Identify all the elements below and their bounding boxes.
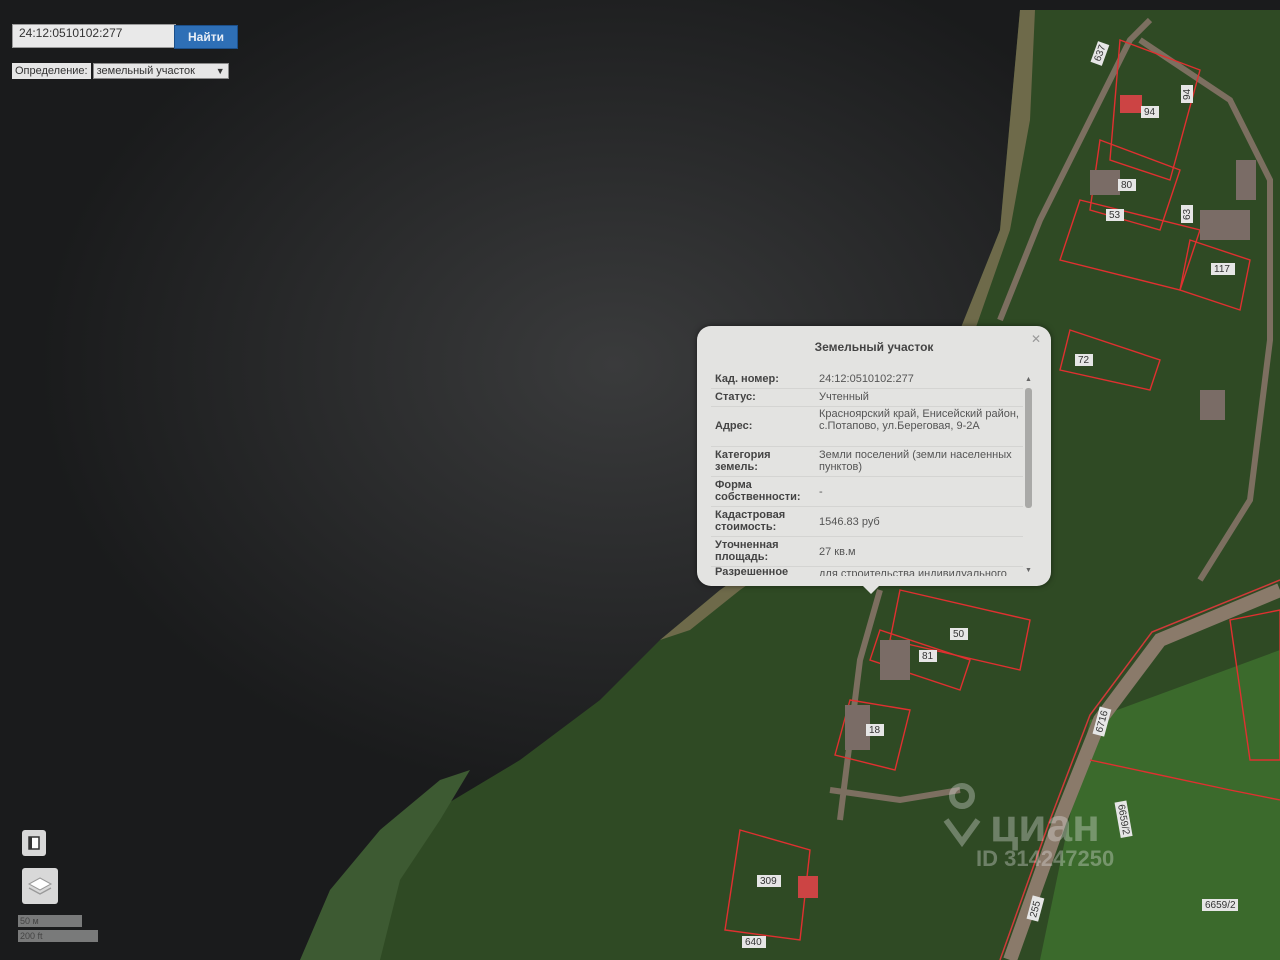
parcel-label: 309 — [757, 875, 781, 887]
definition-select-value: земельный участок — [96, 65, 195, 77]
table-row: Кад. номер: 24:12:0510102:277 — [711, 370, 1023, 389]
watermark-brand: циан — [990, 799, 1100, 851]
basemap-toggle-button[interactable] — [22, 830, 46, 856]
map-page-icon — [28, 836, 40, 850]
parcel-label: 18 — [866, 724, 884, 736]
svg-text:640: 640 — [745, 937, 762, 948]
attr-value: 27 кв.м — [819, 546, 856, 558]
svg-text:309: 309 — [760, 876, 777, 887]
svg-text:80: 80 — [1121, 180, 1133, 191]
find-button[interactable]: Найти — [174, 25, 238, 49]
svg-text:18: 18 — [869, 725, 881, 736]
svg-text:117: 117 — [1214, 264, 1230, 275]
attr-value: - — [819, 486, 823, 498]
parcel-label: 63 — [1181, 205, 1193, 223]
attr-value: Красноярский край, Енисейский район, с.П… — [819, 408, 1019, 432]
location-pin-icon — [943, 783, 981, 848]
attr-key: Категория земель: — [715, 449, 771, 473]
svg-text:6659/2: 6659/2 — [1205, 900, 1236, 911]
popup-pointer — [861, 584, 881, 594]
layers-icon — [27, 877, 53, 895]
scale-bar-metric: 50 м — [18, 915, 82, 927]
chevron-down-icon: ▼ — [215, 66, 225, 76]
svg-text:63: 63 — [1182, 208, 1193, 220]
parcel-label: 6659/2 — [1202, 899, 1238, 911]
layers-button[interactable] — [22, 868, 58, 904]
attr-key: Разрешенное — [715, 566, 789, 576]
table-row: Кадастровая стоимость: 1546.83 руб — [711, 506, 1023, 537]
parcel-info-popup: Земельный участок ✕ Кад. номер: 24:12:05… — [697, 326, 1051, 594]
parcel-label: 94 — [1141, 106, 1159, 118]
table-row: Статус: Учтенный — [711, 388, 1023, 407]
definition-label: Определение: — [12, 63, 91, 79]
svg-text:50: 50 — [953, 629, 965, 640]
table-row: Уточненная площадь: 27 кв.м — [711, 536, 1023, 567]
definition-select[interactable]: земельный участок ▼ — [92, 63, 229, 79]
scroll-thumb[interactable] — [1025, 388, 1032, 508]
svg-text:53: 53 — [1109, 210, 1121, 221]
close-icon[interactable]: ✕ — [1031, 332, 1041, 346]
attr-value: Земли поселений (земли населенных пункто… — [819, 449, 1012, 473]
attr-value: 24:12:0510102:277 — [819, 373, 914, 385]
attr-value: Учтенный — [819, 391, 869, 403]
table-row: Адрес: Красноярский край, Енисейский рай… — [711, 406, 1023, 447]
svg-text:94: 94 — [1144, 107, 1156, 118]
parcel-label: 117 — [1211, 263, 1235, 275]
attr-key: Форма собственности: — [715, 479, 801, 503]
scale-bar-imperial: 200 ft — [18, 930, 98, 942]
parcel-label: 640 — [742, 936, 766, 948]
definition-row: Определение: земельный участок ▼ — [12, 63, 229, 79]
popup-scrollbar[interactable]: ▲ ▼ — [1024, 376, 1033, 574]
parcel-attributes-table: Кад. номер: 24:12:0510102:277 Статус: Уч… — [711, 370, 1023, 576]
table-row: Категория земель: Земли поселений (земли… — [711, 446, 1023, 477]
svg-text:81: 81 — [922, 651, 934, 662]
parcel-label: 72 — [1075, 354, 1093, 366]
parcel-label: 80 — [1118, 179, 1136, 191]
attr-key: Уточненная площадь: — [715, 539, 779, 563]
scroll-down-icon[interactable]: ▼ — [1024, 567, 1033, 574]
popup-title: Земельный участок — [814, 340, 934, 354]
attr-value: 1546.83 руб — [819, 516, 880, 528]
parcel-label: 53 — [1106, 209, 1124, 221]
attr-key: Адрес: — [715, 420, 753, 432]
scroll-up-icon[interactable]: ▲ — [1024, 376, 1033, 383]
table-row: Форма собственности: - — [711, 476, 1023, 507]
watermark-id: ID 314247250 — [976, 846, 1115, 871]
attr-key: Статус: — [715, 391, 756, 403]
attr-key: Кад. номер: — [715, 373, 779, 385]
attr-key: Кадастровая стоимость: — [715, 509, 786, 533]
cadastral-search-input[interactable]: 24:12:0510102:277 — [12, 24, 176, 48]
parcel-label: 94 — [1181, 85, 1193, 103]
svg-text:72: 72 — [1078, 355, 1090, 366]
table-row: Разрешенное для строительства индивидуал… — [711, 566, 1023, 576]
parcel-label: 50 — [950, 628, 968, 640]
parcel-label: 81 — [919, 650, 937, 662]
svg-text:94: 94 — [1182, 88, 1193, 100]
attr-value: для строительства индивидуального — [819, 568, 1007, 576]
